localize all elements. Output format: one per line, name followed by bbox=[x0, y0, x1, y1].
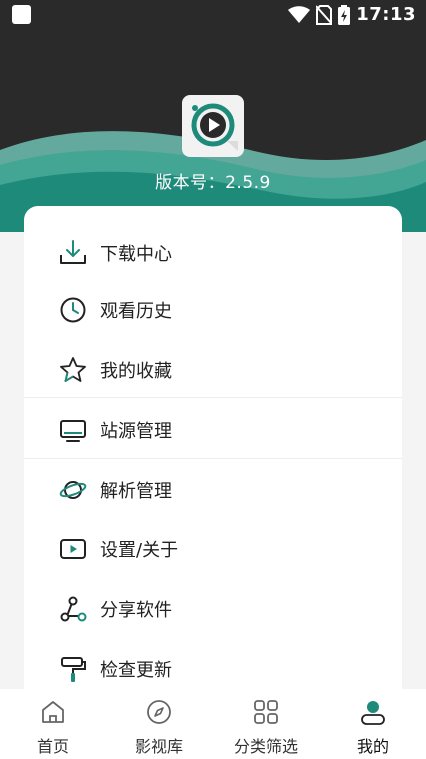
nav-tab-library[interactable]: 影视库 bbox=[106, 689, 212, 759]
version-text: 版本号：2.5.9 bbox=[155, 173, 271, 193]
menu-item-label: 站源管理 bbox=[100, 421, 172, 442]
menu-item-download-center[interactable]: 下载中心 bbox=[24, 223, 402, 283]
menu-item-label: 分享软件 bbox=[100, 600, 172, 621]
monitor-icon bbox=[60, 420, 86, 442]
menu-item-source-management[interactable]: 站源管理 bbox=[24, 400, 402, 460]
menu-item-label: 解析管理 bbox=[100, 481, 172, 502]
paint-roller-icon bbox=[61, 657, 86, 682]
menu-item-favorites[interactable]: 我的收藏 bbox=[24, 340, 402, 400]
clock-icon bbox=[60, 297, 86, 323]
header: 17:13 版本号：2.5.9 bbox=[0, 0, 426, 232]
menu-item-label: 观看历史 bbox=[100, 301, 172, 322]
menu-card: 下载中心 观看历史 我的收藏 站源管理 解析管理 设置/关于 分享软件 检查更新 bbox=[24, 206, 402, 706]
nav-tab-mine[interactable]: 我的 bbox=[320, 689, 426, 759]
notification-square-icon bbox=[12, 5, 31, 24]
app-logo bbox=[182, 95, 244, 157]
menu-item-parse-management[interactable]: 解析管理 bbox=[24, 460, 402, 520]
nav-label: 我的 bbox=[356, 737, 389, 756]
nav-label: 影视库 bbox=[134, 737, 183, 756]
wifi-icon bbox=[288, 5, 311, 23]
battery-charging-icon bbox=[338, 4, 351, 25]
no-sim-icon bbox=[316, 4, 333, 25]
menu-item-settings-about[interactable]: 设置/关于 bbox=[24, 519, 402, 579]
menu-item-share-app[interactable]: 分享软件 bbox=[24, 579, 402, 639]
menu-item-label: 我的收藏 bbox=[100, 361, 172, 382]
nav-tab-category-filter[interactable]: 分类筛选 bbox=[213, 689, 319, 759]
menu-item-watch-history[interactable]: 观看历史 bbox=[24, 280, 402, 340]
nav-tab-home[interactable]: 首页 bbox=[0, 689, 106, 759]
divider bbox=[24, 458, 402, 459]
user-icon bbox=[361, 701, 385, 725]
menu-item-label: 检查更新 bbox=[100, 660, 172, 681]
home-icon bbox=[42, 701, 64, 723]
play-box-icon bbox=[60, 539, 86, 559]
status-time: 17:13 bbox=[356, 4, 416, 25]
menu-item-label: 下载中心 bbox=[100, 244, 172, 265]
nav-label: 首页 bbox=[36, 737, 69, 756]
star-icon bbox=[60, 357, 86, 382]
nav-label: 分类筛选 bbox=[233, 737, 298, 756]
share-icon bbox=[60, 596, 87, 622]
grid-icon bbox=[254, 700, 278, 724]
bottom-nav: 首页 影视库 分类筛选 我的 bbox=[0, 689, 426, 759]
download-icon bbox=[60, 240, 86, 264]
planet-icon bbox=[59, 481, 87, 499]
menu-item-label: 设置/关于 bbox=[100, 540, 179, 561]
status-bar: 17:13 bbox=[0, 0, 426, 30]
divider bbox=[24, 397, 402, 398]
compass-icon bbox=[147, 700, 171, 724]
